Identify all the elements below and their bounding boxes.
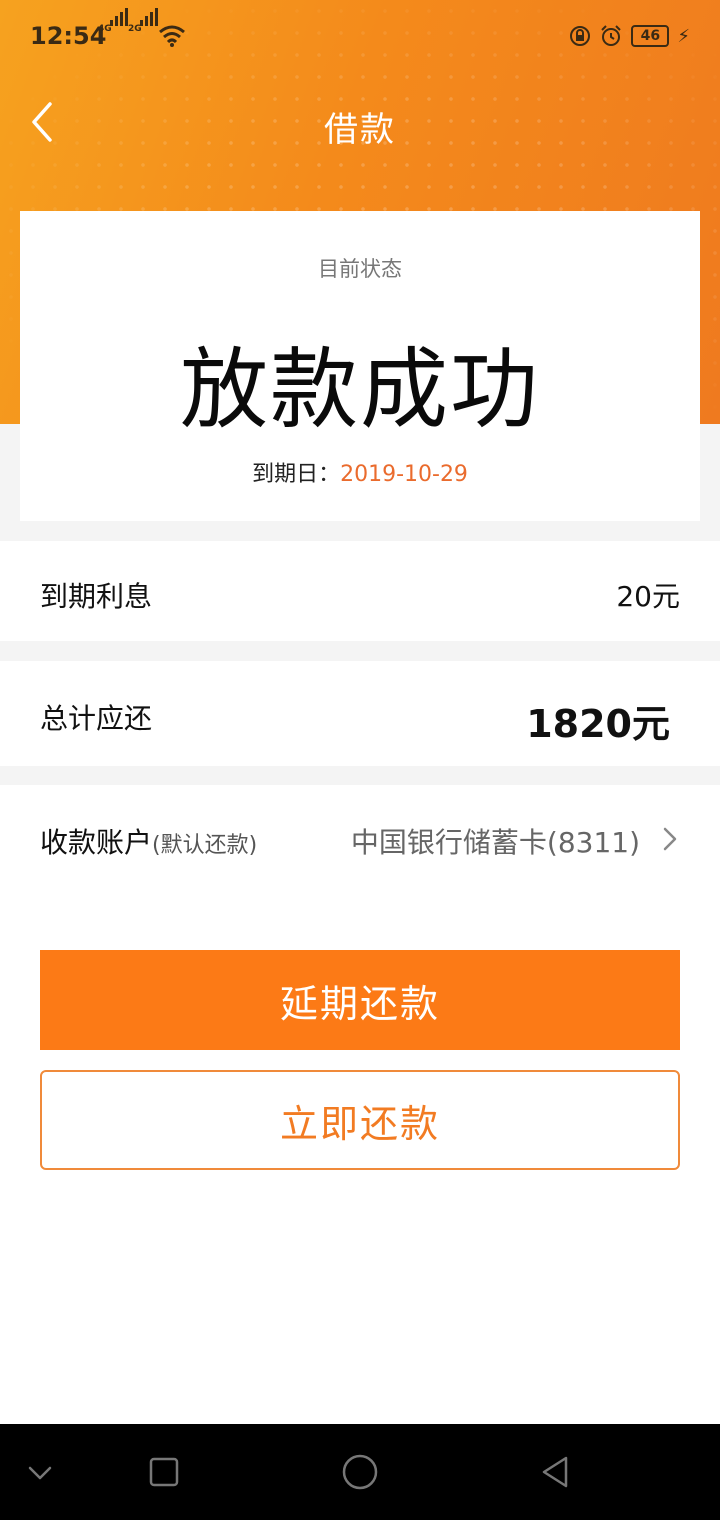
recent-apps-icon[interactable] — [144, 1452, 184, 1492]
back-icon[interactable] — [536, 1452, 576, 1492]
total-row: 总计应还 1820元 — [0, 661, 720, 766]
rotation-lock-icon — [570, 26, 591, 46]
page-title: 借款 — [324, 110, 396, 150]
due-date-label: 到期日： — [252, 462, 341, 487]
interest-value: 20元 — [616, 580, 680, 613]
status-label: 目前状态 — [318, 257, 402, 281]
due-date-line: 到期日：2019-10-29 — [20, 456, 700, 488]
system-nav-bar — [0, 1424, 720, 1520]
account-label-main: 收款账户 — [40, 826, 153, 859]
battery-icon: 46 — [631, 25, 670, 47]
account-value: 中国银行储蓄卡(8311) — [350, 826, 640, 859]
chevron-down-icon[interactable] — [20, 1452, 60, 1492]
status-bar: 12:54 4G 2G 46 ⚡ — [0, 0, 720, 72]
wifi-icon — [159, 25, 185, 47]
account-label-sub: (默认还款) — [152, 833, 258, 858]
charging-icon: ⚡ — [677, 25, 690, 47]
home-icon[interactable] — [340, 1452, 380, 1492]
total-value: 1820元 — [526, 702, 670, 746]
extend-repayment-button[interactable]: 延期还款 — [40, 950, 680, 1050]
alarm-icon — [601, 25, 622, 46]
status-value: 放款成功 — [179, 338, 540, 441]
repay-now-button[interactable]: 立即还款 — [40, 1070, 680, 1170]
chevron-right-icon[interactable] — [660, 825, 680, 853]
due-date-value: 2019-10-29 — [340, 462, 468, 487]
account-label: 收款账户(默认还款) — [40, 821, 257, 861]
interest-label: 到期利息 — [40, 580, 153, 613]
account-row[interactable]: 收款账户(默认还款) 中国银行储蓄卡(8311) — [0, 785, 720, 900]
status-time: 12:54 — [30, 22, 107, 50]
status-card: 目前状态 放款成功 到期日：2019-10-29 — [20, 211, 700, 521]
interest-row: 到期利息 20元 — [0, 541, 720, 641]
total-label: 总计应还 — [40, 702, 153, 735]
